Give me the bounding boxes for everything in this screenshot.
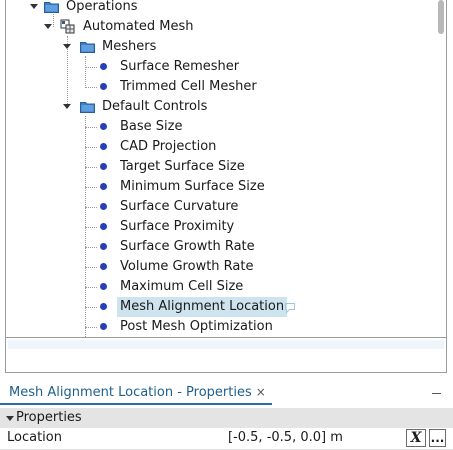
tree-node-control[interactable]: Surface Proximity — [6, 217, 426, 237]
expression-button[interactable]: X — [406, 429, 426, 447]
tree-node-control[interactable]: Base Size — [6, 117, 426, 137]
tree-node-automated-mesh[interactable]: Automated Mesh — [6, 17, 426, 37]
tree-node-label: Post Mesh Optimization — [120, 319, 273, 334]
tree-node-control[interactable]: CAD Projection — [6, 137, 426, 157]
tree-node-mesher[interactable]: Trimmed Cell Mesher — [6, 77, 426, 97]
tree-node-label: Trimmed Cell Mesher — [120, 79, 257, 94]
tree-node-label: Base Size — [120, 119, 183, 134]
tree-node-control[interactable]: Surface Curvature — [6, 197, 426, 217]
tree-node-control[interactable]: Target Surface Size — [6, 157, 426, 177]
tree-node-label: Mesh Alignment Location — [117, 297, 288, 317]
group-label: Properties — [16, 410, 82, 425]
tree-node-label: CAD Projection — [120, 139, 217, 154]
tree-node-label: Surface Remesher — [120, 59, 240, 74]
tree-node-control[interactable]: Post Mesh Optimization — [6, 317, 426, 337]
node-bullet-icon — [100, 183, 107, 190]
node-bullet-icon — [100, 203, 107, 210]
folder-icon — [80, 102, 95, 113]
tree-node-mesher[interactable]: Surface Remesher — [6, 57, 426, 77]
tree-node-control[interactable]: Maximum Cell Size — [6, 277, 426, 297]
tree-node-label: Meshers — [102, 39, 157, 54]
node-bullet-icon — [100, 323, 107, 330]
tree-node-default-controls[interactable]: Default Controls — [6, 97, 426, 117]
folder-icon — [44, 2, 59, 13]
tree-node-meshers[interactable]: Meshers — [6, 37, 426, 57]
node-bullet-icon — [100, 303, 107, 310]
collapse-arrow-icon[interactable] — [63, 104, 71, 109]
folder-icon — [80, 42, 95, 53]
node-bullet-icon — [100, 83, 107, 90]
tree-footer-panel — [5, 337, 447, 373]
node-bullet-icon — [100, 243, 107, 250]
tree-node-control[interactable]: Surface Growth Rate — [6, 237, 426, 257]
property-row-location[interactable]: Location [-0.5, -0.5, 0.0] m X ... — [0, 428, 453, 450]
node-bullet-icon — [100, 283, 107, 290]
more-button[interactable]: ... — [429, 429, 446, 447]
tree-node-label: Surface Growth Rate — [120, 239, 255, 254]
tree-node-label: Automated Mesh — [83, 19, 194, 34]
tree-node-label: Volume Growth Rate — [120, 259, 254, 274]
tree-node-label: Maximum Cell Size — [120, 279, 244, 294]
tree-scrollbar[interactable] — [436, 0, 446, 337]
node-bullet-icon — [100, 223, 107, 230]
properties-tab-title: Mesh Alignment Location - Properties — [9, 385, 252, 400]
tree-node-control[interactable]: Minimum Surface Size — [6, 177, 426, 197]
footer-highlight — [8, 340, 444, 349]
tree-node-control[interactable]: Volume Growth Rate — [6, 257, 426, 277]
properties-tab-bar: Mesh Alignment Location - Properties × — [0, 380, 453, 405]
tree-node-label: Surface Proximity — [120, 219, 235, 234]
scrollbar-thumb[interactable] — [438, 0, 444, 34]
properties-tab[interactable]: Mesh Alignment Location - Properties × — [0, 380, 272, 405]
node-bullet-icon — [100, 163, 107, 170]
tree-node-control-selected[interactable]: Mesh Alignment Location — [6, 297, 426, 317]
collapse-arrow-icon[interactable] — [63, 44, 71, 49]
collapse-arrow-icon[interactable] — [6, 416, 14, 421]
tree-node-label: Operations — [66, 0, 138, 14]
simulation-tree: Operations Automated Mesh Meshers Surfac… — [5, 0, 447, 337]
node-bullet-icon — [100, 143, 107, 150]
node-bullet-icon — [100, 263, 107, 270]
tree-node-label: Target Surface Size — [120, 159, 245, 174]
collapse-arrow-icon[interactable] — [30, 4, 38, 9]
properties-group-header[interactable]: Properties — [0, 408, 453, 428]
tree-node-operations[interactable]: Operations — [6, 0, 426, 17]
automated-mesh-icon — [60, 19, 75, 34]
tree-node-label: Surface Curvature — [120, 199, 239, 214]
minimize-icon[interactable] — [432, 393, 441, 394]
tree-node-label: Minimum Surface Size — [120, 179, 265, 194]
collapse-arrow-icon[interactable] — [44, 24, 52, 29]
node-bullet-icon — [100, 123, 107, 130]
property-name: Location — [7, 430, 62, 445]
node-bullet-icon — [100, 63, 107, 70]
close-icon[interactable]: × — [256, 385, 266, 399]
property-value[interactable]: [-0.5, -0.5, 0.0] m — [228, 428, 343, 448]
tree-node-label: Default Controls — [102, 99, 208, 114]
comment-bubble-icon — [285, 303, 295, 314]
